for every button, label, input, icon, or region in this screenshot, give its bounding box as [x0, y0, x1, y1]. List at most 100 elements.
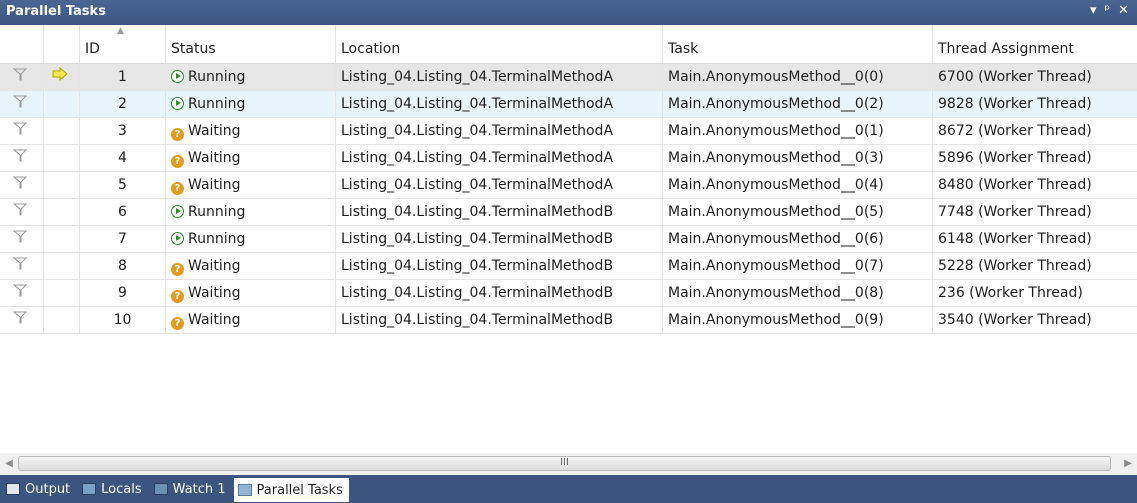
table-row[interactable]: 5 ? Waiting Listing_04.Listing_04.Termina…	[0, 172, 1137, 199]
task-status: ? Waiting	[166, 307, 336, 333]
flag-icon[interactable]	[0, 226, 44, 252]
task-thread-assignment: 9828 (Worker Thread)	[938, 96, 1092, 112]
close-icon[interactable]: ✕	[1118, 3, 1129, 18]
table-row[interactable]: 3 ? Waiting Listing_04.Listing_04.Termina…	[0, 118, 1137, 145]
tool-window-titlebar: Parallel Tasks ▾ ᵖ ✕	[0, 0, 1137, 25]
column-header-flag[interactable]	[0, 25, 44, 63]
pin-icon[interactable]: ᵖ	[1105, 3, 1111, 18]
column-header-id-label: ID	[85, 41, 100, 57]
tab-label: Locals	[101, 481, 142, 497]
parallel-tasks-icon	[237, 484, 252, 496]
flag-icon[interactable]	[0, 253, 44, 279]
task-name: Main.AnonymousMethod__0(8)	[663, 280, 933, 306]
running-icon	[171, 70, 184, 83]
flag-icon[interactable]	[0, 145, 44, 171]
current-task-arrow-icon	[44, 64, 80, 90]
tool-window-tabs: Output Locals Watch 1 Parallel Tasks	[0, 475, 1137, 503]
column-header-id[interactable]: ID ▲	[80, 25, 166, 63]
window-menu-icon[interactable]: ▾	[1090, 3, 1097, 18]
task-thread-assignment: 7748 (Worker Thread)	[938, 204, 1092, 220]
waiting-icon: ?	[171, 182, 184, 195]
task-thread-assignment: 6148 (Worker Thread)	[938, 231, 1092, 247]
horizontal-scrollbar[interactable]: ◀ III ▶	[0, 453, 1137, 475]
task-thread-assignment: 5896 (Worker Thread)	[938, 150, 1092, 166]
flag-icon[interactable]	[0, 118, 44, 144]
column-header-task[interactable]: Task	[663, 25, 933, 63]
task-id: 3	[80, 118, 166, 144]
task-status-label: Waiting	[188, 123, 241, 139]
task-status-label: Waiting	[188, 177, 241, 193]
locals-icon	[82, 483, 97, 495]
scrollbar-grip: III	[560, 457, 569, 468]
task-name: Main.AnonymousMethod__0(4)	[663, 172, 933, 198]
task-name: Main.AnonymousMethod__0(7)	[663, 253, 933, 279]
task-thread-assignment: 236 (Worker Thread)	[938, 285, 1083, 301]
task-status-label: Running	[188, 96, 246, 112]
flag-icon[interactable]	[0, 172, 44, 198]
column-header-location[interactable]: Location	[336, 25, 663, 63]
task-id: 4	[80, 145, 166, 171]
table-row[interactable]: 7 Running Listing_04.Listing_04.Terminal…	[0, 226, 1137, 253]
task-id: 5	[80, 172, 166, 198]
task-id: 6	[80, 199, 166, 225]
flag-icon[interactable]	[0, 199, 44, 225]
column-header-thread-assignment[interactable]: Thread Assignment	[933, 25, 1137, 63]
table-row[interactable]: 2 Running Listing_04.Listing_04.Terminal…	[0, 91, 1137, 118]
task-id: 10	[80, 307, 166, 333]
task-status-label: Waiting	[188, 150, 241, 166]
task-name: Main.AnonymousMethod__0(3)	[663, 145, 933, 171]
table-row[interactable]: 6 Running Listing_04.Listing_04.Terminal…	[0, 199, 1137, 226]
output-icon	[6, 483, 20, 495]
running-icon	[171, 232, 184, 245]
waiting-icon: ?	[171, 263, 184, 276]
task-thread-assignment: 5228 (Worker Thread)	[938, 258, 1092, 274]
task-status-label: Waiting	[188, 285, 241, 301]
task-status-label: Running	[188, 204, 246, 220]
flag-icon[interactable]	[0, 91, 44, 117]
task-location: Listing_04.Listing_04.TerminalMethodB	[336, 226, 663, 252]
flag-icon[interactable]	[0, 280, 44, 306]
flag-icon[interactable]	[0, 64, 44, 90]
waiting-icon: ?	[171, 317, 184, 330]
task-status: Running	[166, 226, 336, 252]
waiting-icon: ?	[171, 155, 184, 168]
tab-locals[interactable]: Locals	[78, 478, 147, 500]
task-id: 1	[80, 64, 166, 90]
tab-output[interactable]: Output	[2, 478, 76, 500]
column-header-current[interactable]	[44, 25, 80, 63]
running-icon	[171, 205, 184, 218]
table-row[interactable]: 8 ? Waiting Listing_04.Listing_04.Termina…	[0, 253, 1137, 280]
task-id: 8	[80, 253, 166, 279]
flag-icon[interactable]	[0, 307, 44, 333]
column-header-status[interactable]: Status	[166, 25, 336, 63]
task-name: Main.AnonymousMethod__0(2)	[663, 91, 933, 117]
scrollbar-thumb[interactable]: III	[18, 456, 1111, 471]
task-thread-assignment: 8480 (Worker Thread)	[938, 177, 1092, 193]
task-thread-assignment: 6700 (Worker Thread)	[938, 69, 1092, 85]
task-rows: 1 Running Listing_04.Listing_04.Terminal…	[0, 64, 1137, 334]
task-name: Main.AnonymousMethod__0(6)	[663, 226, 933, 252]
tab-parallel-tasks[interactable]: Parallel Tasks	[233, 478, 349, 502]
task-status-label: Running	[188, 69, 246, 85]
task-status: ? Waiting	[166, 172, 336, 198]
tab-watch-1[interactable]: Watch 1	[150, 478, 232, 500]
scroll-left-icon[interactable]: ◀	[0, 453, 18, 475]
table-row[interactable]: 1 Running Listing_04.Listing_04.Terminal…	[0, 64, 1137, 91]
task-name: Main.AnonymousMethod__0(5)	[663, 199, 933, 225]
scroll-right-icon[interactable]: ▶	[1119, 453, 1137, 475]
waiting-icon: ?	[171, 290, 184, 303]
task-location: Listing_04.Listing_04.TerminalMethodB	[336, 280, 663, 306]
task-thread-assignment: 8672 (Worker Thread)	[938, 123, 1092, 139]
task-name: Main.AnonymousMethod__0(1)	[663, 118, 933, 144]
table-row[interactable]: 10 ? Waiting Listing_04.Listing_04.Termin…	[0, 307, 1137, 334]
task-status: Running	[166, 199, 336, 225]
task-location: Listing_04.Listing_04.TerminalMethodB	[336, 199, 663, 225]
task-status: Running	[166, 91, 336, 117]
task-id: 9	[80, 280, 166, 306]
task-location: Listing_04.Listing_04.TerminalMethodA	[336, 172, 663, 198]
task-location: Listing_04.Listing_04.TerminalMethodA	[336, 64, 663, 90]
task-id: 7	[80, 226, 166, 252]
table-row[interactable]: 9 ? Waiting Listing_04.Listing_04.Termina…	[0, 280, 1137, 307]
table-row[interactable]: 4 ? Waiting Listing_04.Listing_04.Termina…	[0, 145, 1137, 172]
grid-header: ID ▲ Status Location Task Thread Assignm…	[0, 25, 1137, 64]
